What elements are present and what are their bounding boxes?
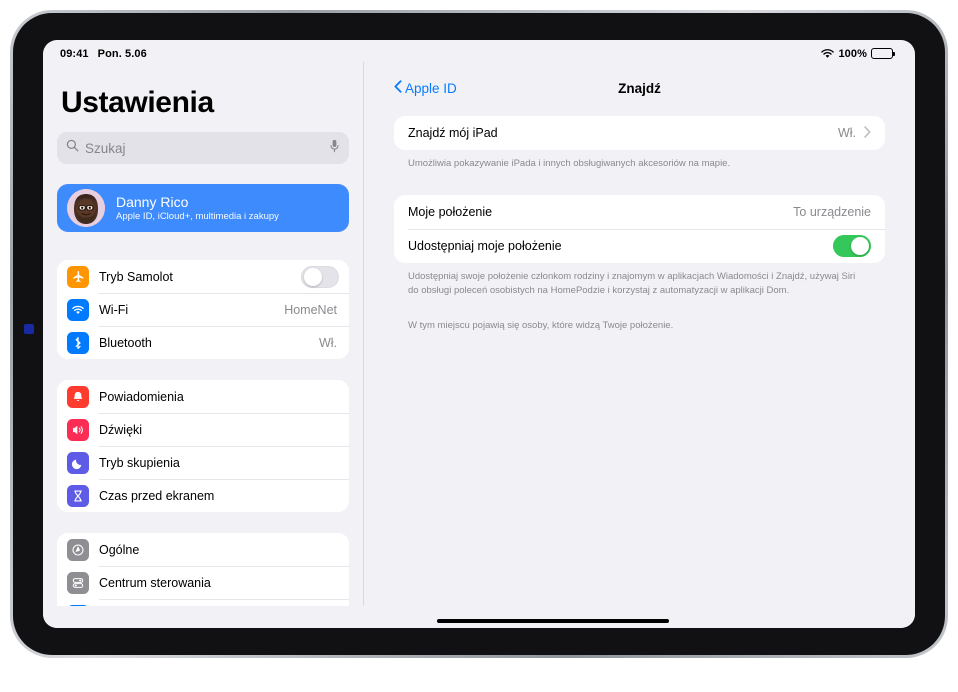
sidebar-item-bluetooth[interactable]: Bluetooth Wł. xyxy=(57,326,349,359)
home-indicator-area xyxy=(43,606,915,628)
page-title: Ustawienia xyxy=(61,86,214,119)
share-location-row[interactable]: Udostępniaj moje położenie xyxy=(394,228,885,263)
wifi-icon xyxy=(821,48,835,59)
status-bar: 09:41 Pon. 5.06 100% xyxy=(43,40,915,62)
sidebar-item-value: Wł. xyxy=(318,335,337,350)
my-location-label: Moje położenie xyxy=(408,204,493,219)
sidebar-item-label: Tryb skupienia xyxy=(99,455,180,470)
my-location-value: To urządzenie xyxy=(793,204,871,219)
gear-icon xyxy=(67,538,89,561)
memoji-avatar xyxy=(67,189,105,227)
sidebar-item-label: Dźwięki xyxy=(99,422,143,437)
sidebar-item-centrum-sterowania[interactable]: Centrum sterowania xyxy=(57,566,349,599)
sidebar-item-value: HomeNet xyxy=(284,302,337,317)
sidebar-item-wi-fi[interactable]: Wi-Fi HomeNet xyxy=(57,293,349,326)
bell-icon xyxy=(67,385,89,408)
bezel-artifact xyxy=(24,324,34,334)
status-time: 09:41 xyxy=(60,47,89,60)
status-date: Pon. 5.06 xyxy=(97,47,147,60)
content-nav-bar: Apple ID Znajdź xyxy=(394,62,885,106)
device-screen: 09:41 Pon. 5.06 100% Ustawienia Szukaj D… xyxy=(43,40,915,628)
sidebar-item-label: Ogólne xyxy=(99,542,140,557)
home-indicator[interactable] xyxy=(437,619,669,623)
toggle-knob xyxy=(850,237,869,256)
sidebar-item-label: Tryb Samolot xyxy=(99,269,173,284)
find-my-ipad-row[interactable]: Znajdź mój iPad Wł. xyxy=(394,116,885,150)
toggle-knob xyxy=(303,268,322,286)
sidebar-item-label: Powiadomienia xyxy=(99,389,184,404)
content-pane: Apple ID Znajdź Znajdź mój iPad Wł. Umoż… xyxy=(364,62,915,606)
share-location-toggle[interactable] xyxy=(833,234,871,257)
sidebar-item-og-lne[interactable]: Ogólne xyxy=(57,533,349,566)
battery-percent: 100% xyxy=(838,47,867,60)
location-footer-2: W tym miejscu pojawią się osoby, które w… xyxy=(408,320,674,332)
sidebar-item-tryb-skupienia[interactable]: Tryb skupienia xyxy=(57,446,349,479)
find-my-ipad-value: Wł. xyxy=(837,126,856,140)
chevron-right-icon xyxy=(864,126,871,140)
profile-text: Danny Rico Apple ID, iCloud+, multimedia… xyxy=(116,194,279,222)
sidebar-item-label: Wi-Fi xyxy=(99,302,129,317)
content-title: Znajdź xyxy=(618,80,661,96)
device-frame: 09:41 Pon. 5.06 100% Ustawienia Szukaj D… xyxy=(10,10,948,658)
profile-name: Danny Rico xyxy=(116,194,189,211)
find-my-ipad-footer: Umożliwia pokazywanie iPada i innych obs… xyxy=(408,158,731,169)
sidebar-group-1: Powiadomienia Dźwięki Tryb skupienia Czas p… xyxy=(57,380,349,512)
location-footer-1: Udostępniaj swoje położenie członkom rod… xyxy=(408,270,856,296)
apple-id-profile-card[interactable]: Danny Rico Apple ID, iCloud+, multimedia… xyxy=(57,184,349,232)
sidebar-item-label: Centrum sterowania xyxy=(99,575,211,590)
speaker-icon xyxy=(67,418,89,441)
settings-sidebar[interactable]: Ustawienia Szukaj Danny Rico Apple ID, i… xyxy=(43,62,363,606)
share-location-label: Udostępniaj moje położenie xyxy=(408,238,562,253)
sidebar-group-0: Tryb Samolot Wi-Fi HomeNet Bluetooth Wł. xyxy=(57,260,349,359)
moon-icon xyxy=(67,451,89,474)
wifi-icon xyxy=(67,298,89,321)
sidebar-item-label: Czas przed ekranem xyxy=(99,488,215,503)
split-view: Ustawienia Szukaj Danny Rico Apple ID, i… xyxy=(43,62,915,606)
device-bezel: 09:41 Pon. 5.06 100% Ustawienia Szukaj D… xyxy=(13,13,945,655)
sidebar-item-tryb-samolot[interactable]: Tryb Samolot xyxy=(57,260,349,293)
hourglass-icon xyxy=(67,484,89,507)
my-location-row[interactable]: Moje położenie To urządzenie xyxy=(394,195,885,229)
microphone-icon[interactable] xyxy=(329,139,340,158)
battery-full-icon xyxy=(871,48,895,59)
sidebar-item-powiadomienia[interactable]: Powiadomienia xyxy=(57,380,349,413)
status-bar-right: 100% xyxy=(821,47,895,60)
sidebar-item-toggle[interactable] xyxy=(301,265,339,288)
find-my-ipad-group: Znajdź mój iPad Wł. xyxy=(394,116,885,150)
sidebar-item-d-wi-ki[interactable]: Dźwięki xyxy=(57,413,349,446)
control-center-icon xyxy=(67,571,89,594)
sidebar-item-czas-przed-ekranem[interactable]: Czas przed ekranem xyxy=(57,479,349,512)
sidebar-groups: Tryb Samolot Wi-Fi HomeNet Bluetooth Wł. Powi… xyxy=(57,260,349,606)
airplane-icon xyxy=(67,265,89,288)
sidebar-item-ekran-i-jasno[interactable]: Ekran i jasność xyxy=(57,599,349,606)
profile-subtitle: Apple ID, iCloud+, multimedia i zakupy xyxy=(116,210,279,222)
status-bar-left: 09:41 Pon. 5.06 xyxy=(60,48,147,60)
location-group: Moje położenie To urządzenie Udostępniaj… xyxy=(394,194,885,263)
find-my-ipad-label: Znajdź mój iPad xyxy=(408,126,498,140)
search-icon xyxy=(66,139,79,157)
sidebar-group-2: Ogólne Centrum sterowania Ekran i jasność xyxy=(57,533,349,606)
bluetooth-icon xyxy=(67,331,89,354)
search-placeholder: Szukaj xyxy=(85,140,126,156)
sidebar-item-label: Bluetooth xyxy=(99,335,152,350)
search-input[interactable]: Szukaj xyxy=(57,132,349,164)
